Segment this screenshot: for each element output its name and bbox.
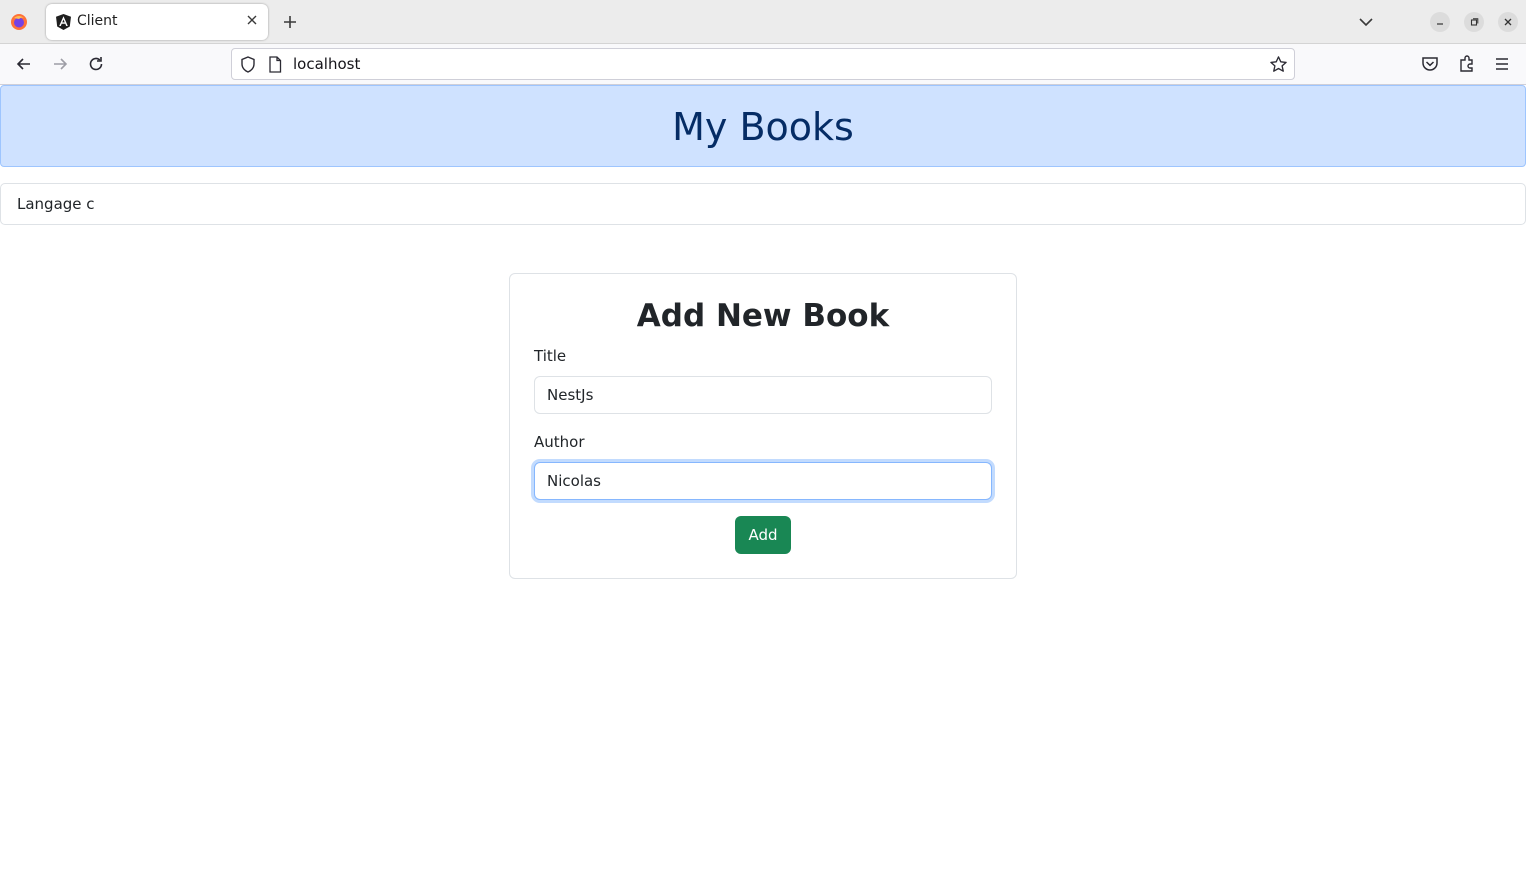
pocket-icon[interactable] (1420, 54, 1440, 74)
plus-icon[interactable] (280, 12, 300, 32)
back-arrow-icon[interactable] (14, 54, 34, 74)
angular-icon (56, 14, 71, 30)
page-title: My Books (672, 105, 854, 149)
reload-icon[interactable] (86, 54, 106, 74)
maximize-icon (1470, 18, 1479, 26)
maximize-button[interactable] (1464, 12, 1484, 32)
page-icon[interactable] (268, 56, 282, 73)
author-input[interactable] (534, 462, 992, 500)
minimize-icon (1437, 23, 1443, 25)
book-list: Langage c (0, 183, 1526, 225)
minimize-button[interactable] (1430, 12, 1450, 32)
author-label: Author (534, 433, 585, 451)
firefox-logo-icon (11, 14, 27, 30)
add-book-form: Add New Book Title Author Add (509, 273, 1017, 579)
add-button[interactable]: Add (735, 516, 791, 554)
forward-arrow-icon[interactable] (50, 54, 70, 74)
title-input[interactable] (534, 376, 992, 414)
browser-nav-bar: localhost (0, 44, 1526, 85)
list-item[interactable]: Langage c (17, 195, 95, 213)
browser-tab[interactable]: Client (46, 4, 268, 40)
close-icon[interactable] (244, 12, 260, 28)
page-header: My Books (0, 85, 1526, 167)
close-window-button[interactable] (1498, 12, 1518, 32)
hamburger-menu-icon[interactable] (1492, 54, 1512, 74)
close-icon (1504, 18, 1512, 26)
form-heading: Add New Book (636, 298, 890, 334)
url-text[interactable]: localhost (293, 55, 360, 73)
extensions-icon[interactable] (1457, 54, 1477, 74)
browser-tab-bar: Client (0, 0, 1526, 44)
tab-title: Client (77, 13, 118, 29)
shield-icon[interactable] (240, 56, 256, 73)
title-label: Title (534, 347, 567, 365)
chevron-down-icon[interactable] (1356, 12, 1376, 32)
url-bar[interactable]: localhost (231, 48, 1295, 80)
star-icon[interactable] (1269, 55, 1288, 74)
